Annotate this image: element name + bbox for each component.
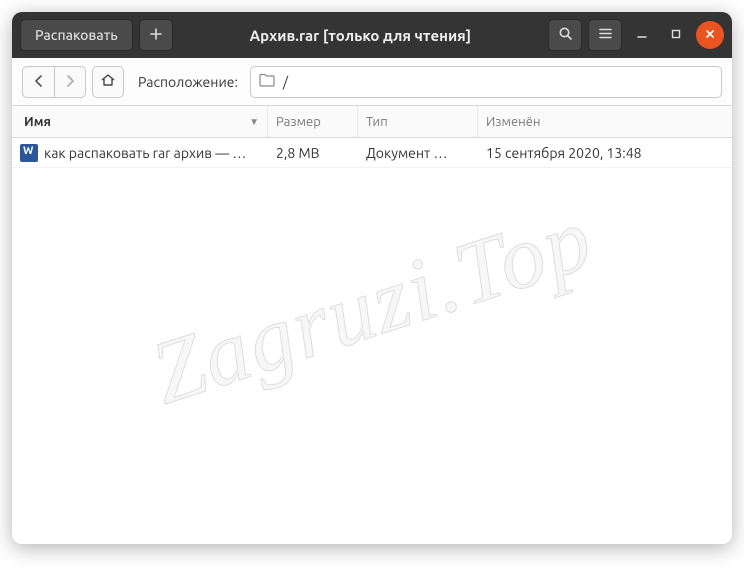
chevron-right-icon [65,73,75,91]
column-label: Имя [24,115,51,129]
cell-type: Документ … [358,145,478,161]
column-header-size[interactable]: Размер [268,106,358,137]
location-label: Расположение: [138,74,238,90]
cell-modified: 15 сентября 2020, 13:48 [478,145,732,161]
path-text: / [283,74,288,90]
column-header-name[interactable]: Имя ▼ [12,106,268,137]
forward-button[interactable] [54,66,86,98]
menu-button[interactable] [588,19,622,51]
search-button[interactable] [548,19,582,51]
close-icon [704,26,716,44]
plus-icon [149,27,163,44]
table-row[interactable]: как распаковать rar архив — … 2,8 MB Док… [12,138,732,168]
window-title: Архив.rar [только для чтения] [179,27,542,44]
extract-button[interactable]: Распаковать [20,19,133,51]
new-tab-button[interactable] [139,19,173,51]
column-header-modified[interactable]: Изменён [478,106,732,137]
maximize-icon [670,26,682,44]
sort-indicator-down-icon: ▼ [249,116,259,128]
home-button[interactable] [92,66,124,98]
back-button[interactable] [22,66,54,98]
minimize-icon [636,26,648,44]
location-bar: Расположение: / [12,58,732,106]
titlebar: Распаковать Архив.rar [только для чтения… [12,12,732,58]
chevron-left-icon [34,73,44,91]
cell-size: 2,8 MB [268,145,358,161]
hamburger-icon [598,26,613,44]
maximize-button[interactable] [662,21,690,49]
archive-manager-window: Распаковать Архив.rar [только для чтения… [12,12,732,544]
column-header-type[interactable]: Тип [358,106,478,137]
file-name: как распаковать rar архив — … [44,145,246,161]
table-header: Имя ▼ Размер Тип Изменён [12,106,732,138]
search-icon [558,26,573,44]
nav-group [22,66,86,98]
folder-icon [259,73,275,91]
path-input[interactable]: / [250,66,722,98]
file-list: как распаковать rar архив — … 2,8 MB Док… [12,138,732,544]
home-icon [100,72,116,92]
minimize-button[interactable] [628,21,656,49]
close-button[interactable] [696,21,724,49]
word-document-icon [20,144,38,162]
cell-name: как распаковать rar архив — … [12,144,268,162]
